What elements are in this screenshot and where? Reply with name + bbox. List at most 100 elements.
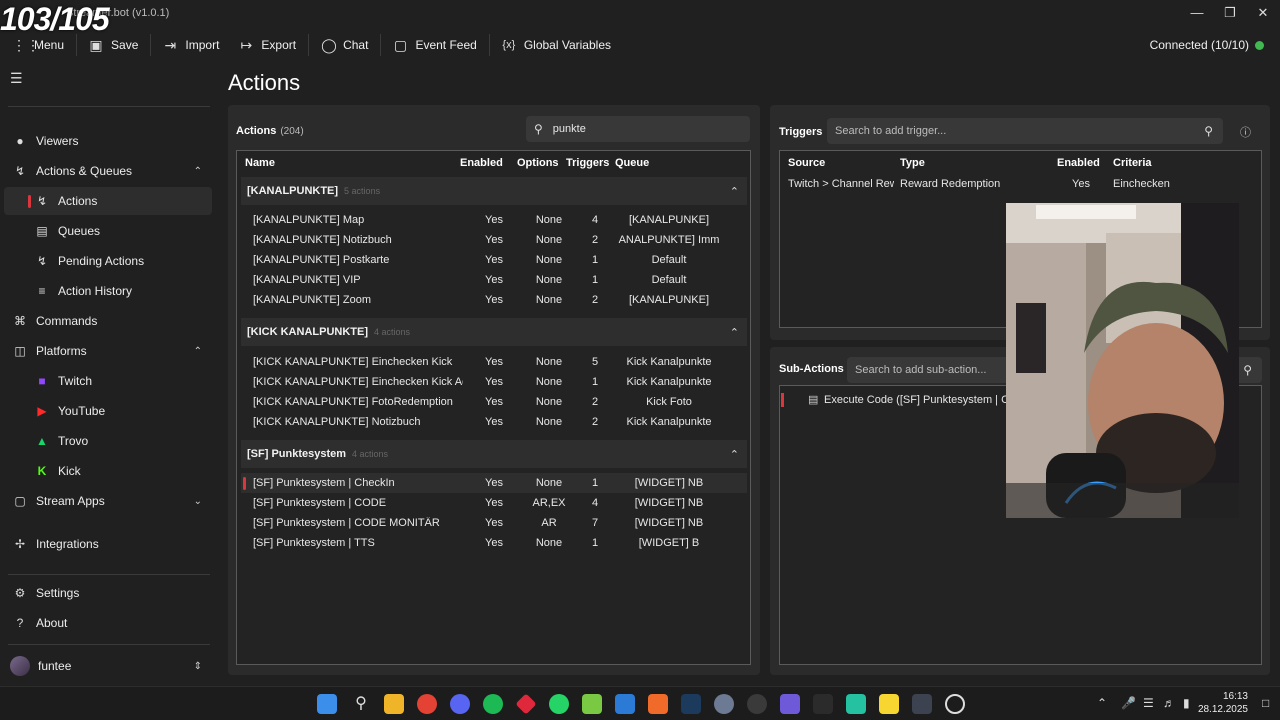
- microphone-icon[interactable]: 🎤: [1121, 696, 1136, 710]
- table-row[interactable]: [KICK KANALPUNKTE] Notizbuch Yes None 2 Kick…: [241, 412, 747, 432]
- table-row[interactable]: [KANALPUNKTE] VIP Yes None 1 Default: [241, 270, 747, 290]
- sidebar-item-queues[interactable]: ▤ Queues: [4, 217, 212, 245]
- search-icon[interactable]: ⚲: [351, 694, 371, 714]
- column-header-source[interactable]: Source: [788, 157, 825, 169]
- actions-search[interactable]: ⚲: [526, 116, 750, 142]
- sidebar-item-label: Twitch: [58, 374, 93, 388]
- sticky-notes-icon[interactable]: [879, 694, 899, 714]
- hamburger-icon[interactable]: ☰: [10, 70, 23, 87]
- actions-panel-title: Actions (204): [236, 125, 304, 137]
- discord-icon[interactable]: [450, 694, 470, 714]
- table-row[interactable]: Twitch > Channel Rewa Reward Redemption …: [780, 176, 1260, 194]
- chevron-up-icon[interactable]: ⌃: [730, 326, 739, 339]
- cell-enabled: Yes: [485, 376, 503, 388]
- table-row-selected[interactable]: [SF] Punktesystem | CheckIn Yes None 1 [WIDG…: [241, 473, 747, 493]
- cell-enabled: Yes: [485, 416, 503, 428]
- battery-icon[interactable]: ▮: [1183, 696, 1190, 710]
- sidebar-item-settings[interactable]: ⚙ Settings: [4, 579, 212, 607]
- table-row[interactable]: [KANALPUNKTE] Map Yes None 4 [KANALPUNKE]: [241, 210, 747, 230]
- minimize-button[interactable]: —: [1188, 4, 1206, 22]
- sidebar-item-twitch[interactable]: ■ Twitch: [4, 367, 212, 395]
- audio-app-icon[interactable]: [813, 694, 833, 714]
- action-group-header[interactable]: [SF] Punktesystem 4 actions ⌃: [241, 440, 747, 468]
- sidebar-item-actions-queues[interactable]: ↯ Actions & Queues ⌃: [4, 157, 212, 185]
- chevron-up-icon[interactable]: ⌃: [730, 448, 739, 461]
- file-explorer-icon[interactable]: [384, 694, 404, 714]
- whatsapp-icon[interactable]: [549, 694, 569, 714]
- column-header-criteria[interactable]: Criteria: [1113, 157, 1152, 169]
- twitch-icon: ■: [38, 374, 46, 388]
- column-header-queue[interactable]: Queue: [615, 157, 649, 169]
- chevron-up-icon[interactable]: ⌃: [1097, 696, 1107, 710]
- column-header-enabled[interactable]: Enabled: [460, 157, 503, 169]
- global-variables-button[interactable]: {x} Global Variables: [490, 30, 623, 60]
- column-header-options[interactable]: Options: [517, 157, 559, 169]
- maximize-button[interactable]: ❐: [1221, 4, 1239, 22]
- action-group-header[interactable]: [KICK KANALPUNKTE] 4 actions ⌃: [241, 318, 747, 346]
- app-gray-icon[interactable]: [714, 694, 734, 714]
- info-icon[interactable]: ⓘ: [1240, 124, 1251, 140]
- affinity-icon[interactable]: [648, 694, 668, 714]
- chat-button[interactable]: ◯ Chat: [309, 30, 380, 60]
- streamerbot-icon[interactable]: [780, 694, 800, 714]
- table-row[interactable]: [KANALPUNKTE] Notizbuch Yes None 2 ANALPUNKT…: [241, 230, 747, 250]
- wave-app-icon[interactable]: [846, 694, 866, 714]
- table-row[interactable]: [KANALPUNKTE] Zoom Yes None 2 [KANALPUNKE]: [241, 290, 747, 310]
- table-row[interactable]: [KICK KANALPUNKTE] Einchecken Kick Add Ye…: [241, 372, 747, 392]
- sidebar-item-action-history[interactable]: ≡ Action History: [4, 277, 212, 305]
- sidebar-item-platforms[interactable]: ◫ Platforms ⌃: [4, 337, 212, 365]
- sidebar-item-actions[interactable]: ↯ Actions: [4, 187, 212, 215]
- chatgpt-icon[interactable]: [945, 694, 965, 714]
- sidebar-item-about[interactable]: ? About: [4, 609, 212, 637]
- sidebar-item-pending-actions[interactable]: ↯ Pending Actions: [4, 247, 212, 275]
- windows-start-icon[interactable]: [317, 694, 337, 714]
- table-row[interactable]: [SF] Punktesystem | TTS Yes None 1 [WIDGET] …: [241, 533, 747, 553]
- platforms-icon: ◫: [14, 344, 26, 358]
- notification-icon[interactable]: □: [1262, 696, 1269, 710]
- sidebar-item-integrations[interactable]: ✢ Integrations: [4, 530, 212, 558]
- table-row[interactable]: [SF] Punktesystem | CODE Yes AR,EX 4 [WIDGET…: [241, 493, 747, 513]
- connection-status[interactable]: Connected (10/10): [1150, 38, 1264, 52]
- cell-queue: Kick Kanalpunkte: [626, 356, 712, 368]
- obs-icon[interactable]: [747, 694, 767, 714]
- export-button[interactable]: ↦ Export: [231, 30, 308, 60]
- save-button[interactable]: ▣ Save: [77, 30, 150, 60]
- column-header-type[interactable]: Type: [900, 157, 925, 169]
- table-row[interactable]: [KICK KANALPUNKTE] Einchecken Kick Yes Non…: [241, 352, 747, 372]
- column-header-name[interactable]: Name: [245, 157, 275, 169]
- table-row[interactable]: [KANALPUNKTE] Postkarte Yes None 1 Default: [241, 250, 747, 270]
- app-red-icon[interactable]: [515, 693, 537, 715]
- sidebar-item-commands[interactable]: ⌘ Commands: [4, 307, 212, 335]
- sidebar-item-youtube[interactable]: ▶ YouTube: [4, 397, 212, 425]
- close-button[interactable]: ✕: [1254, 4, 1272, 22]
- trigger-search-input[interactable]: [835, 125, 1205, 137]
- viewers-icon: ●: [16, 134, 24, 148]
- column-header-enabled[interactable]: Enabled: [1057, 157, 1100, 169]
- steam-icon[interactable]: [681, 694, 701, 714]
- actions-search-input[interactable]: [552, 123, 750, 135]
- volume-icon[interactable]: ♬: [1163, 696, 1175, 710]
- resolve-icon[interactable]: [912, 694, 932, 714]
- cell-options: None: [535, 294, 563, 306]
- event-feed-button[interactable]: ▢ Event Feed: [381, 30, 488, 60]
- table-row[interactable]: [KICK KANALPUNKTE] FotoRedemption Yes None…: [241, 392, 747, 412]
- sidebar-item-stream-apps[interactable]: ▢ Stream Apps ⌄: [4, 487, 212, 515]
- spotify-icon[interactable]: [483, 694, 503, 714]
- clock[interactable]: 16:13 28.12.2025: [1198, 690, 1248, 716]
- column-header-triggers[interactable]: Triggers: [566, 157, 609, 169]
- import-button[interactable]: ⇥ Import: [151, 30, 231, 60]
- cell-enabled: Yes: [485, 356, 503, 368]
- action-group-header[interactable]: [KANALPUNKTE] 5 actions ⌃: [241, 177, 747, 205]
- wifi-icon[interactable]: ☰: [1143, 696, 1154, 710]
- sidebar-item-trovo[interactable]: ▲ Trovo: [4, 427, 212, 455]
- sidebar-item-viewers[interactable]: ● Viewers: [4, 127, 212, 155]
- notepad-icon[interactable]: [582, 694, 602, 714]
- chrome-icon[interactable]: [417, 694, 437, 714]
- chevron-up-icon[interactable]: ⌃: [730, 185, 739, 198]
- vscode-icon[interactable]: [615, 694, 635, 714]
- menu-button[interactable]: ⋮⋮ Menu: [0, 30, 76, 60]
- trigger-search[interactable]: ⚲: [827, 118, 1223, 144]
- user-account[interactable]: funtee ⇕: [4, 652, 212, 680]
- table-row[interactable]: [SF] Punktesystem | CODE MONITÄR Yes AR 7 [W…: [241, 513, 747, 533]
- sidebar-item-kick[interactable]: K Kick: [4, 457, 212, 485]
